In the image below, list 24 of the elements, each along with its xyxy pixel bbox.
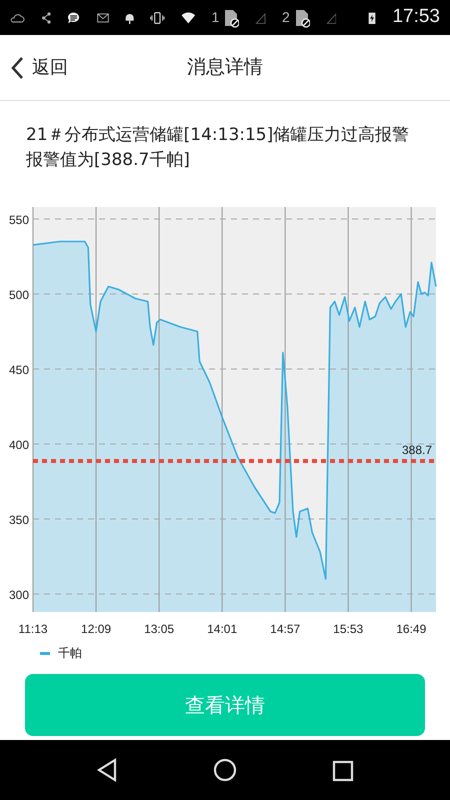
- alarm-message: 21＃分布式运营储罐[14:13:15]储罐压力过高报警报警值为[388.7千帕]: [25, 124, 410, 172]
- x-axis-label: 14:57: [270, 622, 300, 636]
- page-title: 消息详情: [187, 55, 263, 80]
- x-axis-label: 14:01: [207, 622, 238, 636]
- y-axis-label: 450: [8, 363, 29, 378]
- x-axis-label: 12:09: [81, 622, 112, 636]
- legend-label: 千帕: [58, 645, 82, 662]
- x-axis-label: 13:05: [144, 622, 174, 636]
- threshold-label: 388.7: [402, 443, 432, 458]
- y-axis-label: 500: [8, 288, 29, 302]
- x-axis-label: 15:53: [333, 622, 364, 636]
- sim-slot-number: 1: [211, 8, 220, 27]
- y-axis-label: 300: [8, 588, 29, 602]
- no-sim-icon: [294, 8, 310, 28]
- y-axis-label: 350: [8, 513, 29, 528]
- x-axis-label: 16:49: [396, 622, 426, 636]
- clock: 17:53: [392, 5, 440, 30]
- sim-slot-number: 2: [282, 8, 290, 27]
- y-axis-label: 550: [8, 213, 29, 228]
- no-sim-icon: [223, 8, 240, 28]
- x-axis-label: 11:13: [18, 622, 48, 636]
- back-button[interactable]: 返回: [4, 54, 74, 81]
- y-axis-label: 400: [8, 438, 29, 452]
- chevron-left-icon: [10, 56, 24, 80]
